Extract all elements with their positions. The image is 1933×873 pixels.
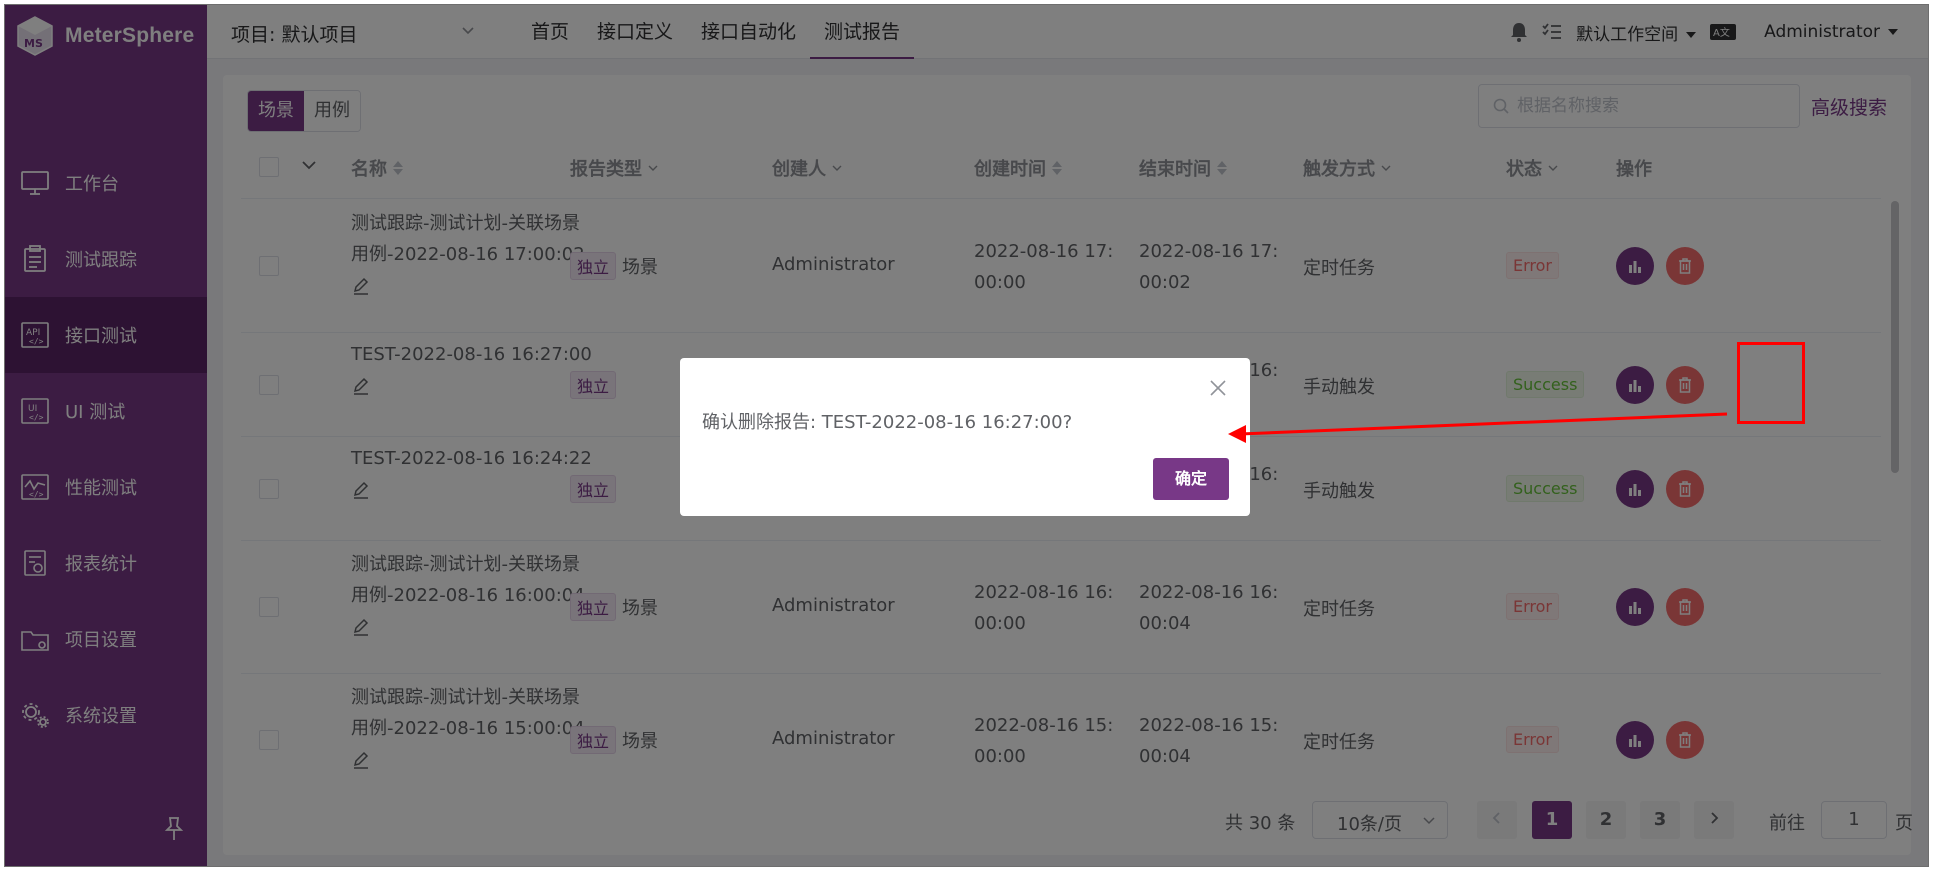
delete-confirm-dialog: 确认删除报告: TEST-2022-08-16 16:27:00? 确定	[680, 358, 1250, 516]
highlight-box	[1737, 342, 1805, 424]
close-icon[interactable]	[1208, 378, 1228, 398]
confirm-button[interactable]: 确定	[1153, 458, 1229, 500]
dialog-message: 确认删除报告: TEST-2022-08-16 16:27:00?	[702, 412, 1073, 433]
